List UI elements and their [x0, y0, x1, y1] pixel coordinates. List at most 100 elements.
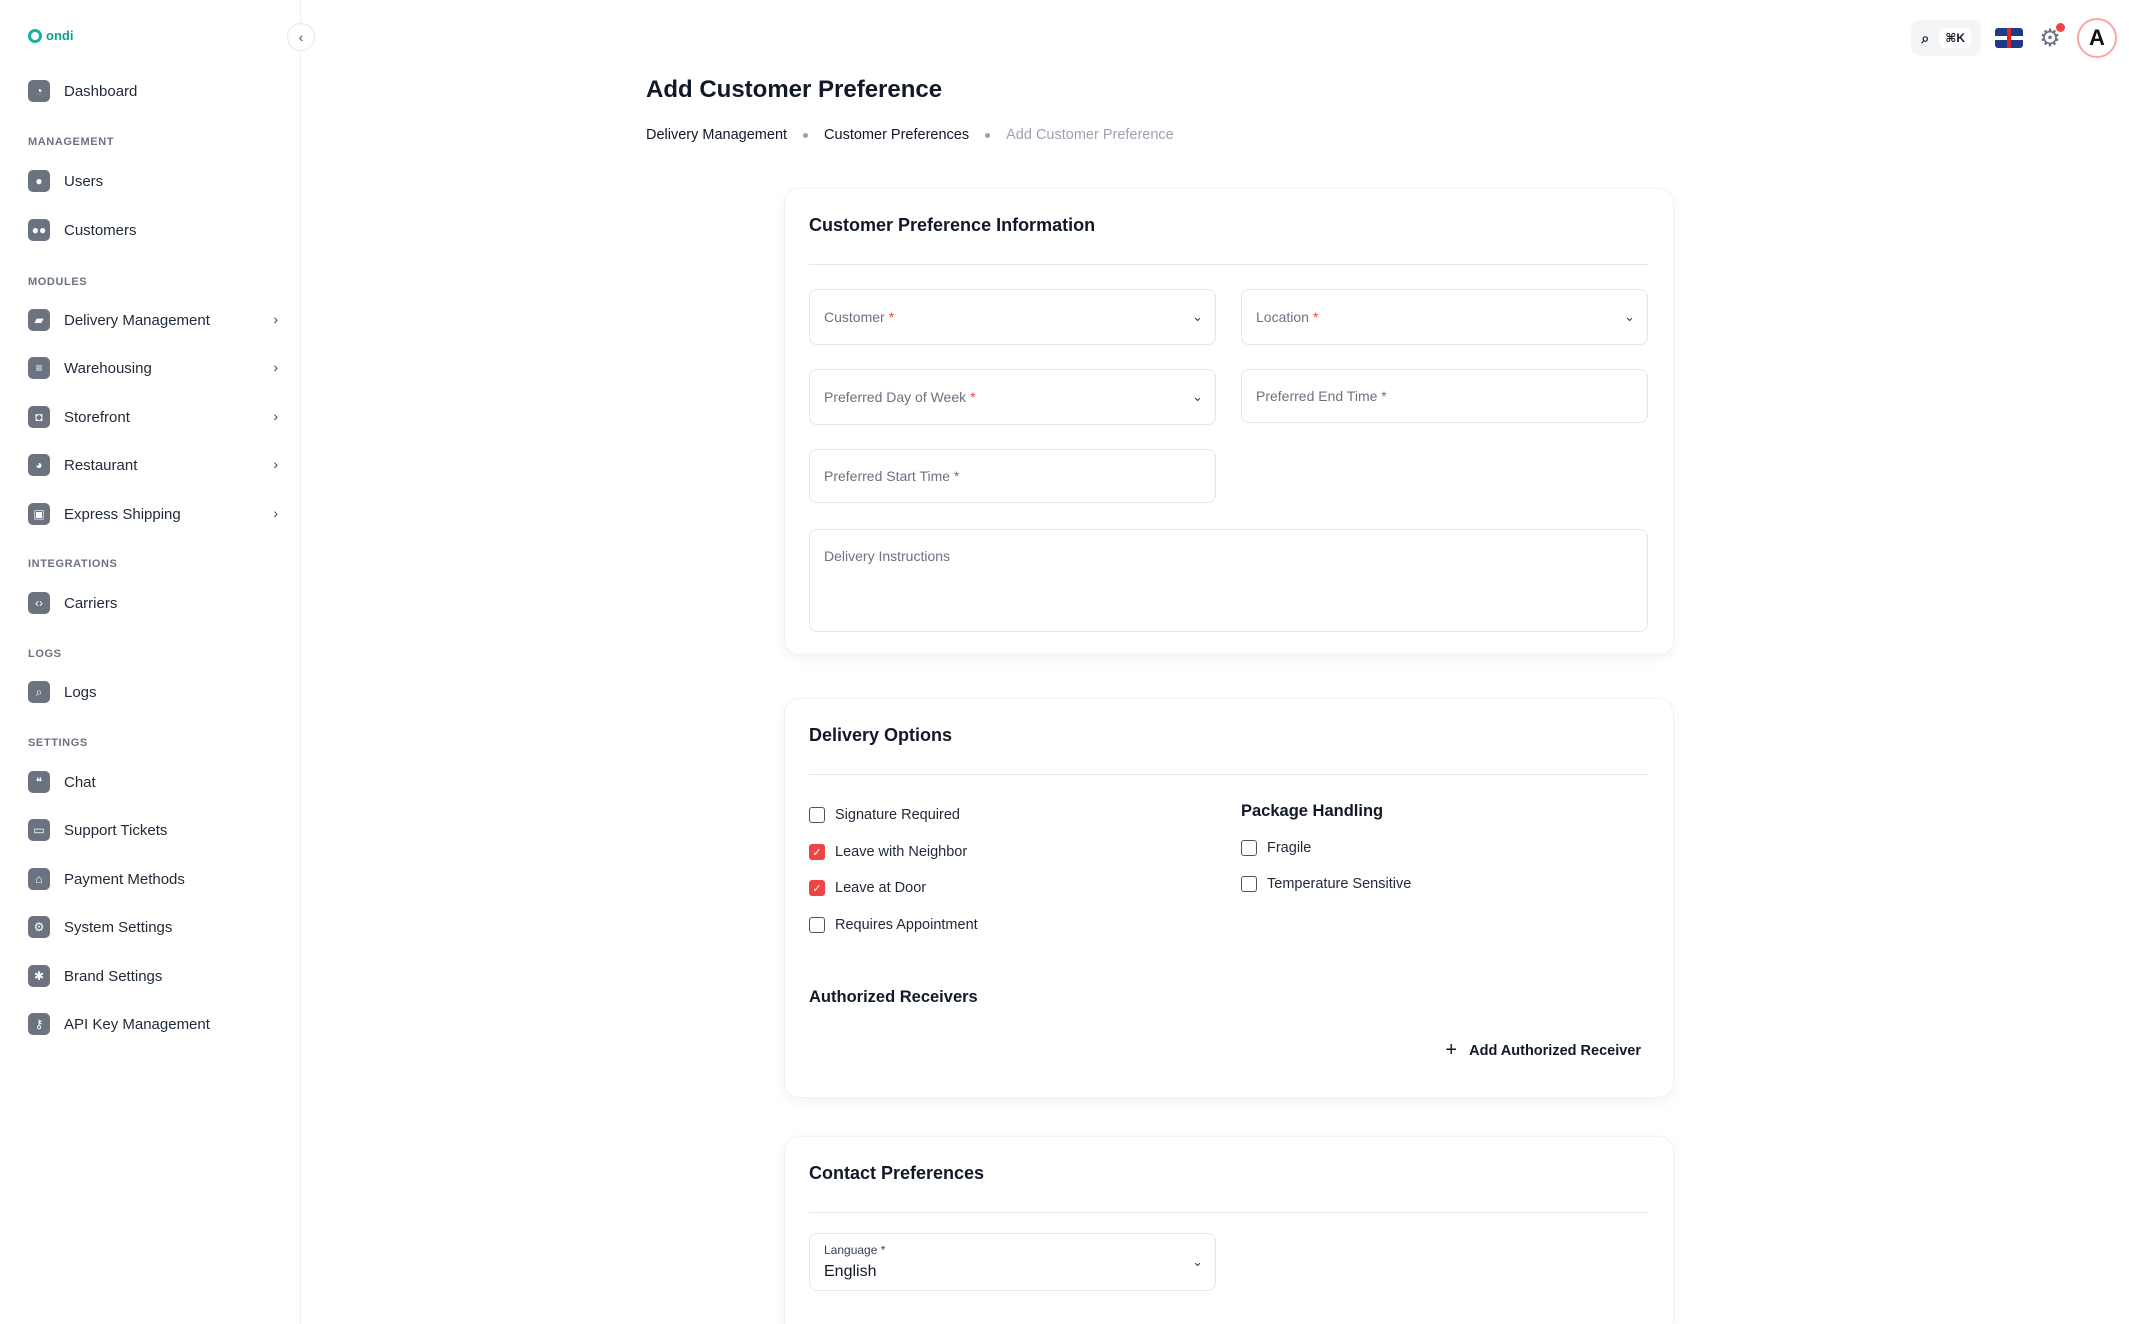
user-icon: ● — [28, 170, 50, 192]
app-logo[interactable]: ondi — [28, 28, 73, 43]
fragile-checkbox[interactable]: Fragile — [1241, 840, 1311, 856]
checkbox-label: Leave with Neighbor — [835, 844, 968, 860]
chevron-right-icon: › — [273, 456, 278, 472]
temperature-sensitive-checkbox[interactable]: Temperature Sensitive — [1241, 876, 1411, 892]
card-title: Contact Preferences — [809, 1163, 985, 1183]
chevron-down-icon: ⌄ — [1624, 309, 1635, 324]
sidebar-item-label: Storefront — [64, 408, 130, 426]
checkbox-unchecked[interactable] — [809, 807, 825, 823]
add-authorized-receiver-button[interactable]: + Add Authorized Receiver — [1445, 1039, 1641, 1062]
signature-required-checkbox[interactable]: Signature Required — [809, 807, 960, 823]
check-icon[interactable]: ✓ — [809, 844, 825, 860]
search-button[interactable]: ⌕ ⌘K — [1911, 20, 1981, 56]
breadcrumb-separator — [803, 132, 809, 138]
section-label-logs: LOGS — [28, 648, 62, 660]
chevron-right-icon: › — [273, 311, 278, 327]
field-placeholder: Preferred Day of Week — [824, 389, 967, 405]
sidebar-item-label: Logs — [64, 683, 97, 701]
avatar[interactable]: A — [2077, 18, 2117, 58]
gear-icon: ✱ — [28, 965, 50, 987]
breadcrumb: Delivery Management Customer Preferences… — [646, 127, 1174, 143]
chevron-left-icon: ‹ — [298, 29, 304, 45]
sidebar-item-label: Restaurant — [64, 456, 138, 474]
card-title: Delivery Options — [809, 725, 953, 745]
sidebar-item-label: Brand Settings — [64, 967, 163, 985]
required-mark: * — [1312, 309, 1319, 325]
customers-icon: ●● — [28, 219, 50, 241]
sidebar-item-label: API Key Management — [64, 1015, 210, 1033]
breadcrumb-current: Add Customer Preference — [1006, 127, 1174, 143]
preferred-start-time-input[interactable]: Preferred Start Time * — [809, 449, 1216, 503]
key-icon: ⚷ — [28, 1013, 50, 1035]
required-mark: * — [970, 389, 976, 405]
section-label-modules: MODULES — [28, 276, 88, 288]
avatar-letter: A — [2089, 25, 2105, 50]
field-placeholder: Preferred End Time * — [1256, 388, 1387, 404]
location-select[interactable]: Location * ⌄ — [1241, 289, 1648, 345]
settings-button[interactable]: ⚙ — [2037, 23, 2065, 52]
breadcrumb-item[interactable]: Customer Preferences — [824, 127, 969, 143]
sidebar-item-api-key-management[interactable]: ⚷ API Key Management — [28, 1009, 278, 1039]
sidebar-item-users[interactable]: ● Users — [28, 166, 278, 196]
sidebar-item-express-shipping[interactable]: ▣ Express Shipping › — [28, 499, 278, 529]
section-label-settings: SETTINGS — [28, 737, 88, 749]
uk-flag-icon[interactable] — [1995, 28, 2023, 48]
checkbox-unchecked[interactable] — [1241, 840, 1257, 856]
divider — [809, 1212, 1649, 1213]
requires-appointment-checkbox[interactable]: Requires Appointment — [809, 917, 978, 933]
sidebar-item-label: Dashboard — [64, 82, 138, 100]
sidebar-item-label: Express Shipping — [64, 505, 181, 523]
sidebar-item-carriers[interactable]: ‹› Carriers — [28, 588, 278, 618]
sidebar-item-warehousing[interactable]: ≡ Warehousing › — [28, 353, 278, 383]
bank-icon: ⌂ — [28, 868, 50, 890]
page-title: Add Customer Preference — [646, 76, 943, 103]
sidebar-item-payment-methods[interactable]: ⌂ Payment Methods — [28, 864, 278, 894]
checkbox-unchecked[interactable] — [1241, 876, 1257, 892]
field-placeholder: Preferred Start Time * — [824, 468, 960, 484]
preferred-day-select[interactable]: Preferred Day of Week * ⌄ — [809, 369, 1216, 425]
sidebar-item-support-tickets[interactable]: ▭ Support Tickets — [28, 815, 278, 845]
sidebar-item-storefront[interactable]: ◘ Storefront › — [28, 402, 278, 432]
sidebar-item-chat[interactable]: ❝ Chat — [28, 767, 278, 797]
dashboard-icon: ◔ — [28, 80, 50, 102]
preferred-end-time-input[interactable]: Preferred End Time * — [1241, 369, 1648, 423]
chevron-down-icon: ⌄ — [1192, 309, 1203, 324]
language-select[interactable]: Language * English ⌄ — [809, 1233, 1216, 1291]
authorized-receivers-title: Authorized Receivers — [809, 988, 978, 1006]
sidebar-item-system-settings[interactable]: ⚙ System Settings — [28, 912, 278, 942]
checkbox-unchecked[interactable] — [809, 917, 825, 933]
code-icon: ‹› — [28, 592, 50, 614]
sidebar-item-customers[interactable]: ●● Customers — [28, 215, 278, 245]
delivery-instructions-textarea[interactable]: Delivery Instructions — [809, 529, 1648, 632]
divider — [809, 264, 1649, 265]
section-label-integrations: INTEGRATIONS — [28, 558, 118, 570]
checkbox-label: Fragile — [1267, 840, 1312, 856]
chevron-right-icon: › — [273, 505, 278, 521]
sidebar-item-brand-settings[interactable]: ✱ Brand Settings — [28, 961, 278, 991]
search-icon: ⌕ — [1921, 29, 1930, 46]
chevron-right-icon: › — [273, 359, 278, 375]
leave-at-door-checkbox[interactable]: ✓ Leave at Door — [809, 880, 926, 896]
leave-with-neighbor-checkbox[interactable]: ✓ Leave with Neighbor — [809, 844, 967, 860]
chevron-down-icon: ⌄ — [1192, 1254, 1203, 1269]
sidebar-item-restaurant[interactable]: ◕ Restaurant › — [28, 450, 278, 480]
sidebar-item-dashboard[interactable]: ◔ Dashboard — [28, 76, 278, 106]
sidebar-item-label: Delivery Management — [64, 311, 210, 329]
field-value: English — [824, 1263, 877, 1280]
plus-icon: + — [1445, 1039, 1458, 1061]
inbox-icon: ▭ — [28, 819, 50, 841]
collapse-sidebar-button[interactable]: ‹ — [287, 23, 315, 51]
sidebar-item-logs[interactable]: ⌕ Logs — [28, 677, 278, 707]
contact-preferences-card: Contact Preferences Language * English ⌄ — [785, 1137, 1673, 1324]
required-mark: * — [888, 309, 895, 325]
field-label: Language * — [824, 1243, 886, 1257]
sidebar-item-label: System Settings — [64, 918, 173, 936]
chat-icon: ❝ — [28, 771, 50, 793]
checkbox-label: Requires Appointment — [835, 917, 978, 933]
sidebar-item-delivery-management[interactable]: ▰ Delivery Management › — [28, 305, 278, 335]
field-placeholder: Customer — [824, 309, 885, 325]
checkbox-label: Temperature Sensitive — [1267, 876, 1412, 892]
customer-select[interactable]: Customer * ⌄ — [809, 289, 1216, 345]
check-icon[interactable]: ✓ — [809, 880, 825, 896]
breadcrumb-item[interactable]: Delivery Management — [646, 127, 787, 143]
